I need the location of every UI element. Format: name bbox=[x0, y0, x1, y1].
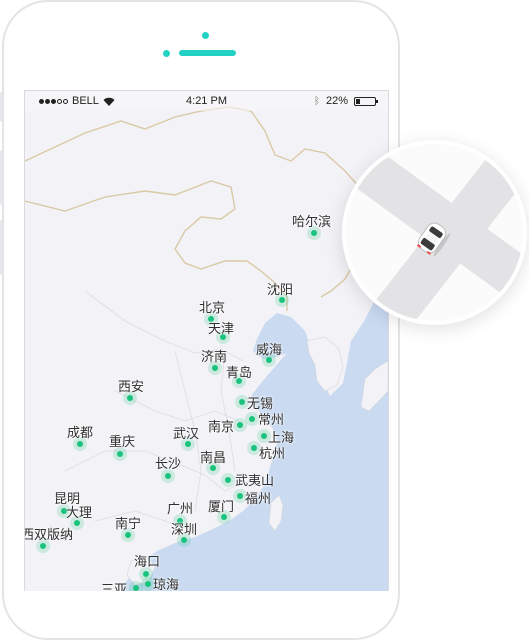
city-label-changzhou[interactable]: 常州 bbox=[258, 409, 284, 428]
city-label-xian[interactable]: 西安 bbox=[118, 376, 144, 395]
city-label-fuzhou[interactable]: 福州 bbox=[245, 488, 271, 507]
city-label-sanya[interactable]: 三亚 bbox=[101, 579, 127, 591]
city-label-dali[interactable]: 大理 bbox=[66, 502, 92, 521]
city-label-xishuangbanna[interactable]: 西双版纳 bbox=[25, 524, 73, 543]
city-label-chengdu[interactable]: 成都 bbox=[67, 422, 93, 441]
city-label-shenzhen[interactable]: 深圳 bbox=[171, 519, 197, 538]
map-pin-icon[interactable] bbox=[125, 532, 131, 538]
map-pin-icon[interactable] bbox=[77, 441, 83, 447]
city-label-qingdao[interactable]: 青岛 bbox=[226, 362, 252, 381]
car-icon[interactable] bbox=[408, 214, 456, 262]
map-pin-icon[interactable] bbox=[237, 493, 243, 499]
city-label-chongqing[interactable]: 重庆 bbox=[109, 431, 135, 450]
map-pin-icon[interactable] bbox=[239, 399, 245, 405]
map-pin-icon[interactable] bbox=[212, 365, 218, 371]
car-magnifier bbox=[342, 140, 527, 325]
camera-dot bbox=[202, 32, 209, 39]
city-label-wuyishan[interactable]: 武夷山 bbox=[235, 470, 274, 489]
map-pin-icon[interactable] bbox=[40, 543, 46, 549]
city-label-tianjin[interactable]: 天津 bbox=[208, 318, 234, 337]
city-label-xiamen[interactable]: 厦门 bbox=[208, 496, 234, 515]
map-pin-icon[interactable] bbox=[143, 571, 149, 577]
status-bar-right: ᛒ 22% bbox=[313, 95, 378, 107]
map-pin-icon[interactable] bbox=[261, 433, 267, 439]
city-label-jinan[interactable]: 济南 bbox=[201, 346, 227, 365]
city-label-nanning[interactable]: 南宁 bbox=[115, 513, 141, 532]
city-label-harbin[interactable]: 哈尔滨 bbox=[292, 211, 331, 230]
map-pin-icon[interactable] bbox=[225, 477, 231, 483]
city-label-shenyang[interactable]: 沈阳 bbox=[267, 279, 293, 298]
city-label-weihai[interactable]: 威海 bbox=[256, 339, 282, 358]
battery-level-fill bbox=[356, 98, 360, 104]
city-label-hangzhou[interactable]: 杭州 bbox=[259, 443, 285, 462]
map-pin-icon[interactable] bbox=[311, 230, 317, 236]
city-label-wuhan[interactable]: 武汉 bbox=[173, 423, 199, 442]
phone-screen: BELL 4:21 PM ᛒ 22% 哈尔滨 沈阳 北京 天津 威海 济南 青岛… bbox=[24, 90, 389, 591]
map-pin-icon[interactable] bbox=[117, 451, 123, 457]
speaker-grille bbox=[179, 50, 236, 56]
city-label-changsha[interactable]: 长沙 bbox=[155, 453, 181, 472]
sensor-dot bbox=[163, 50, 170, 57]
city-label-guangzhou[interactable]: 广州 bbox=[167, 498, 193, 517]
map-pin-icon[interactable] bbox=[127, 395, 133, 401]
map-pin-icon[interactable] bbox=[133, 585, 139, 591]
map-pin-icon[interactable] bbox=[251, 445, 257, 451]
city-label-beijing[interactable]: 北京 bbox=[199, 297, 225, 316]
status-bar: BELL 4:21 PM ᛒ 22% bbox=[25, 91, 388, 111]
battery-percent: 22% bbox=[325, 95, 348, 107]
city-label-nanchang[interactable]: 南昌 bbox=[200, 447, 226, 466]
bluetooth-icon: ᛒ bbox=[313, 95, 320, 107]
city-label-haikou[interactable]: 海口 bbox=[134, 551, 160, 570]
map-pin-icon[interactable] bbox=[165, 473, 171, 479]
city-label-nanjing[interactable]: 南京 bbox=[208, 416, 234, 435]
map-pin-icon[interactable] bbox=[237, 422, 243, 428]
battery-icon bbox=[354, 96, 378, 106]
map-pin-icon[interactable] bbox=[145, 581, 151, 587]
city-label-qionghai[interactable]: 琼海 bbox=[153, 574, 179, 591]
map-pin-icon[interactable] bbox=[249, 416, 255, 422]
